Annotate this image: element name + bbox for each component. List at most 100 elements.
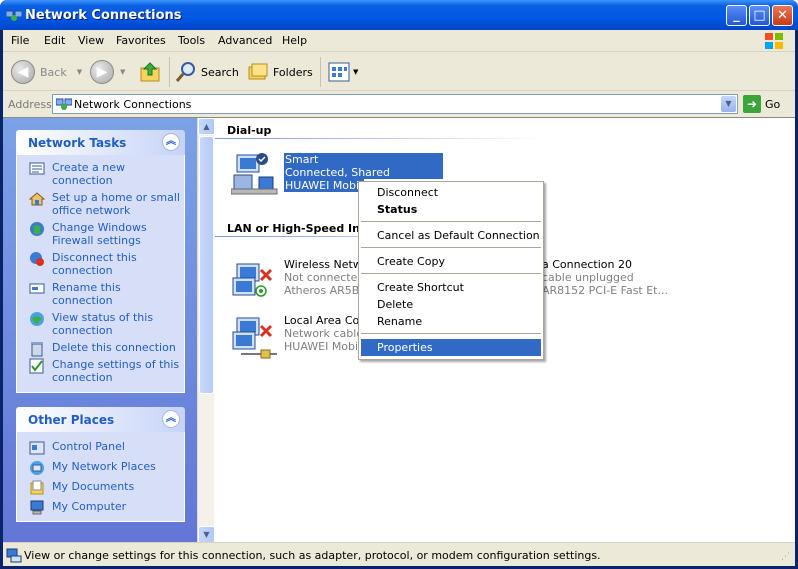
menu-separator: [361, 221, 541, 222]
control-panel-icon: [29, 441, 45, 455]
task-label: Disconnect this connection: [52, 251, 137, 277]
folders-button[interactable]: Folders: [247, 60, 313, 84]
connection-status: Connected, Shared: [284, 166, 443, 179]
task-label: View status of this connection: [52, 311, 154, 337]
place-my-network-places[interactable]: My Network Places: [17, 460, 184, 475]
menu-separator: [361, 247, 541, 248]
menu-help[interactable]: Help: [282, 34, 307, 47]
task-home-network[interactable]: Set up a home or small office network: [17, 191, 184, 217]
place-my-documents[interactable]: My Documents: [17, 480, 184, 495]
context-menu: Disconnect Status Cancel as Default Conn…: [358, 181, 544, 360]
forward-dropdown-icon[interactable]: ▼: [120, 68, 125, 76]
menu-item-rename[interactable]: Rename: [361, 313, 541, 330]
home-network-icon: [29, 192, 45, 206]
menu-tools[interactable]: Tools: [178, 34, 205, 47]
address-field[interactable]: Network Connections ▼: [52, 94, 738, 114]
collapse-icon[interactable]: ︽: [162, 410, 180, 428]
maximize-button[interactable]: □: [749, 5, 770, 26]
group-divider: [215, 138, 545, 139]
menu-edit[interactable]: Edit: [44, 34, 65, 47]
menu-item-create-shortcut[interactable]: Create Shortcut: [361, 279, 541, 296]
collapse-icon[interactable]: ︽: [162, 133, 180, 151]
search-button[interactable]: Search: [175, 60, 239, 84]
place-label: My Computer: [52, 500, 127, 513]
connection-local-area-20[interactable]: a Connection 20 cable unplugged AR8152 P…: [542, 258, 668, 297]
other-places-title: Other Places: [28, 413, 115, 427]
address-label: Address: [8, 98, 52, 111]
minimize-button[interactable]: _: [726, 5, 747, 26]
task-rename[interactable]: Rename this connection: [17, 281, 184, 307]
network-places-icon: [30, 461, 44, 475]
menu-file[interactable]: File: [11, 34, 29, 47]
back-dropdown-icon[interactable]: ▼: [77, 68, 82, 76]
task-firewall-settings[interactable]: Change Windows Firewall settings: [17, 221, 184, 247]
views-button[interactable]: ▼: [328, 60, 358, 84]
close-button[interactable]: ✕: [772, 5, 793, 26]
task-label: Set up a home or small office network: [52, 191, 180, 217]
up-folder-button[interactable]: [139, 60, 161, 84]
title-bar[interactable]: Network Connections _ □ ✕: [0, 0, 798, 30]
menu-item-properties[interactable]: Properties: [361, 339, 541, 356]
address-bar: Address Network Connections ▼ ➜ Go: [3, 92, 795, 116]
task-pane-scrollbar[interactable]: ▲ ▼: [197, 118, 215, 543]
menu-item-status[interactable]: Status: [361, 201, 541, 218]
wireless-connection-icon: [232, 263, 273, 297]
go-button[interactable]: ➜ Go: [743, 94, 787, 114]
search-label: Search: [201, 65, 239, 79]
place-my-computer[interactable]: My Computer: [17, 500, 184, 515]
menu-favorites[interactable]: Favorites: [116, 34, 166, 47]
task-pane: Network Tasks ︽ Create a new connection …: [3, 118, 197, 543]
delete-icon: [31, 342, 43, 357]
forward-arrow-icon: ▶: [90, 60, 114, 84]
search-icon: [175, 62, 195, 82]
views-icon: [328, 62, 350, 82]
connection-device: HUAWEI Mobile: [284, 179, 369, 192]
scroll-thumb[interactable]: [199, 136, 214, 394]
menu-advanced[interactable]: Advanced: [218, 34, 272, 47]
place-control-panel[interactable]: Control Panel: [17, 440, 184, 455]
task-disconnect[interactable]: Disconnect this connection: [17, 251, 184, 277]
task-view-status[interactable]: View status of this connection: [17, 311, 184, 337]
network-connections-icon: [6, 10, 22, 21]
place-label: My Documents: [52, 480, 135, 493]
address-dropdown-icon[interactable]: ▼: [721, 96, 736, 112]
go-label: Go: [765, 97, 781, 111]
up-folder-icon: [140, 62, 160, 82]
task-delete[interactable]: Delete this connection: [17, 341, 184, 357]
network-tasks-header[interactable]: Network Tasks ︽: [16, 130, 185, 155]
menu-item-delete[interactable]: Delete: [361, 296, 541, 313]
connection-name: a Connection 20: [542, 258, 632, 271]
status-bar: View or change settings for this connect…: [3, 542, 795, 566]
task-label: Change settings of this connection: [52, 358, 180, 384]
disconnect-icon: [30, 252, 44, 266]
task-create-connection[interactable]: Create a new connection: [17, 161, 184, 187]
other-places-header[interactable]: Other Places ︽: [16, 407, 185, 432]
other-places-panel: Other Places ︽ Control Panel My Network …: [16, 407, 185, 522]
place-label: Control Panel: [52, 440, 125, 453]
back-arrow-icon: ◀: [11, 60, 35, 84]
go-arrow-icon: ➜: [743, 95, 761, 113]
scroll-up-icon[interactable]: ▲: [198, 118, 215, 135]
menu-item-cancel-default[interactable]: Cancel as Default Connection: [361, 227, 541, 244]
network-tasks-body: Create a new connection Set up a home or…: [16, 155, 185, 393]
scroll-down-icon[interactable]: ▼: [198, 526, 215, 543]
place-label: My Network Places: [52, 460, 156, 473]
back-label: Back: [40, 65, 67, 79]
menu-item-create-copy[interactable]: Create Copy: [361, 253, 541, 270]
views-dropdown-icon: ▼: [353, 68, 359, 76]
menu-item-disconnect[interactable]: Disconnect: [361, 184, 541, 201]
window-title: Network Connections: [25, 8, 182, 23]
connection-device: AR8152 PCI-E Fast Et...: [542, 284, 668, 297]
toolbar: ◀ Back ▼ ▶ ▼ Search Folders ▼: [3, 53, 795, 91]
resize-grip-icon[interactable]: ⋰: [781, 552, 793, 564]
task-change-settings[interactable]: Change settings of this connection: [17, 358, 184, 384]
windows-logo-icon: [765, 33, 783, 49]
forward-button[interactable]: ▶ ▼: [90, 60, 125, 84]
other-places-body: Control Panel My Network Places My Docum…: [16, 432, 185, 522]
back-button[interactable]: ◀ Back ▼: [11, 60, 82, 84]
menu-view[interactable]: View: [78, 34, 104, 47]
connection-status: cable unplugged: [542, 271, 634, 284]
connection-status-icon: [6, 548, 22, 563]
settings-check-icon: [29, 358, 44, 374]
group-header-dialup: Dial-up: [227, 124, 272, 137]
